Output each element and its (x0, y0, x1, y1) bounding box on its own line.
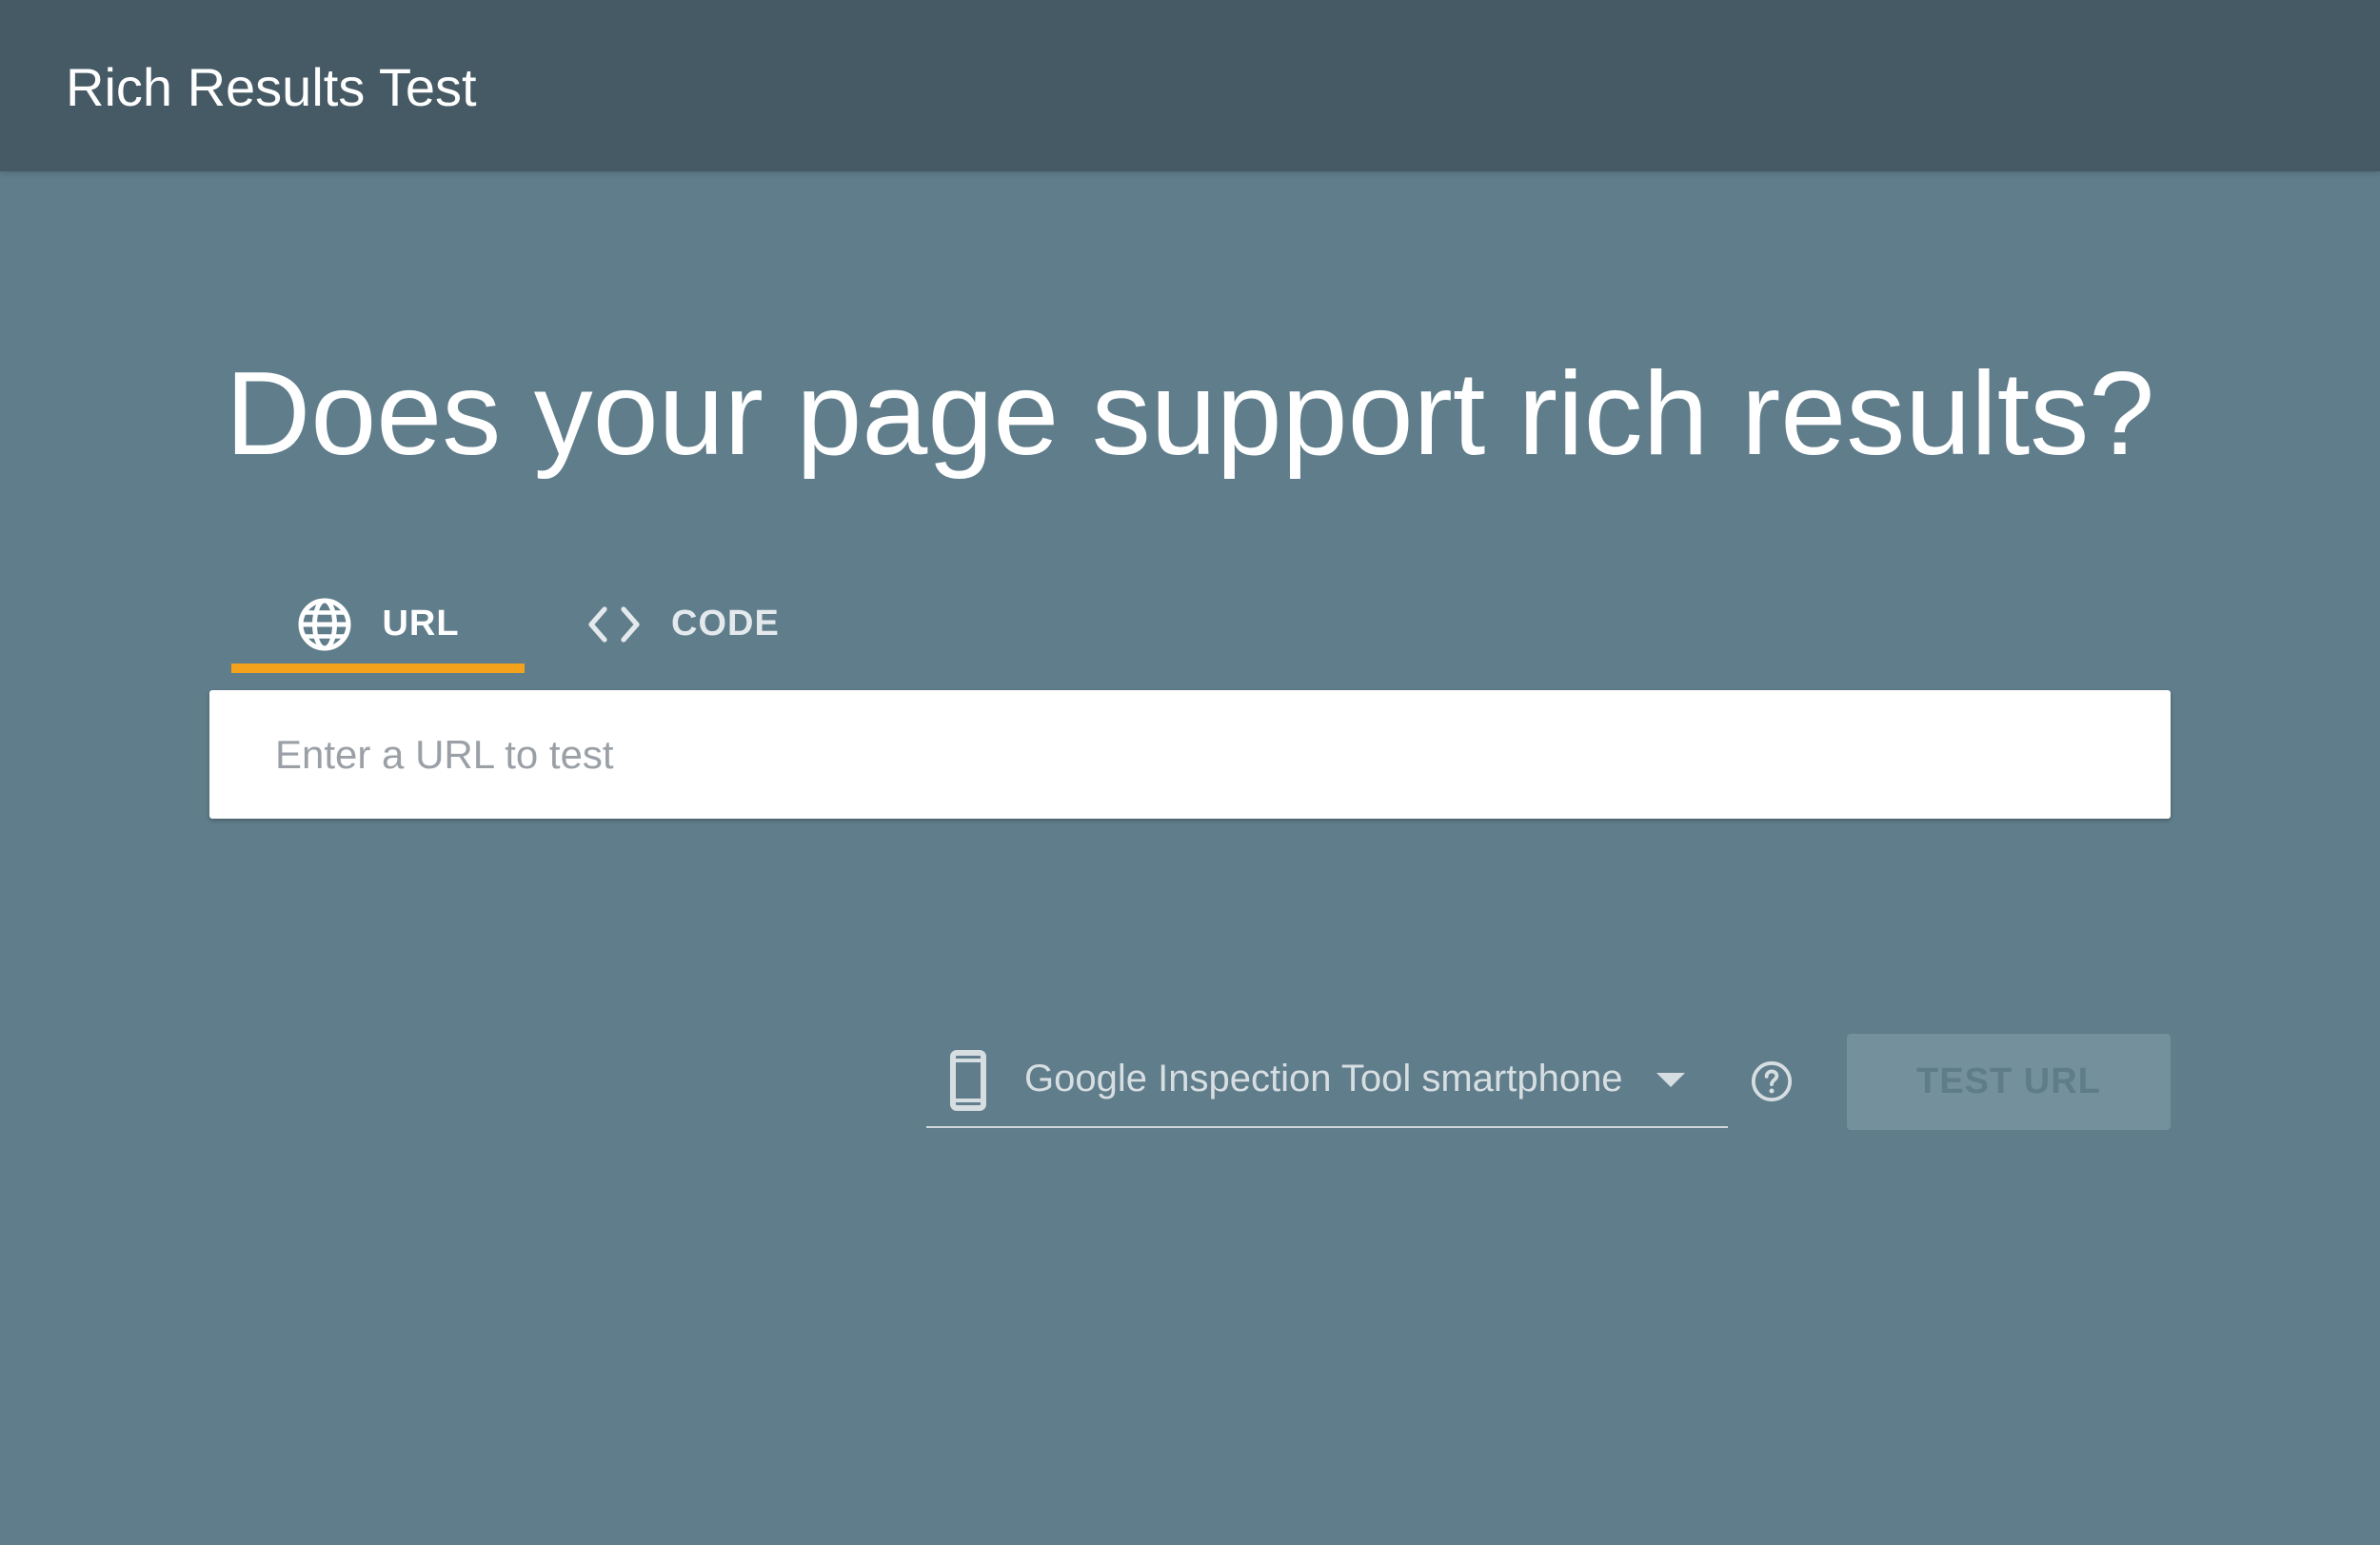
page-headline: Does your page support rich results? (225, 348, 2155, 480)
tab-code[interactable]: CODE (585, 584, 814, 664)
smartphone-icon (949, 1050, 987, 1116)
globe-icon (296, 596, 353, 653)
test-url-button[interactable]: TEST URL (1847, 1034, 2171, 1130)
dropdown-arrow-icon (1656, 1073, 1685, 1093)
test-url-button-label: TEST URL (1916, 1061, 2101, 1101)
tab-code-label: CODE (671, 604, 780, 644)
url-field (209, 690, 2171, 819)
help-icon[interactable] (1750, 1060, 1794, 1103)
app-bar: Rich Results Test (0, 0, 2380, 171)
user-agent-value: Google Inspection Tool smartphone (1024, 1058, 1623, 1099)
main-content: Does your page support rich results? (0, 171, 2380, 1545)
code-icon (585, 604, 643, 645)
user-agent-select[interactable]: Google Inspection Tool smartphone (926, 1033, 1728, 1128)
app-title: Rich Results Test (66, 57, 477, 117)
tab-url-label: URL (382, 604, 460, 644)
tab-indicator (231, 664, 525, 673)
url-input[interactable] (275, 690, 2141, 819)
tab-url[interactable]: URL (231, 584, 525, 664)
